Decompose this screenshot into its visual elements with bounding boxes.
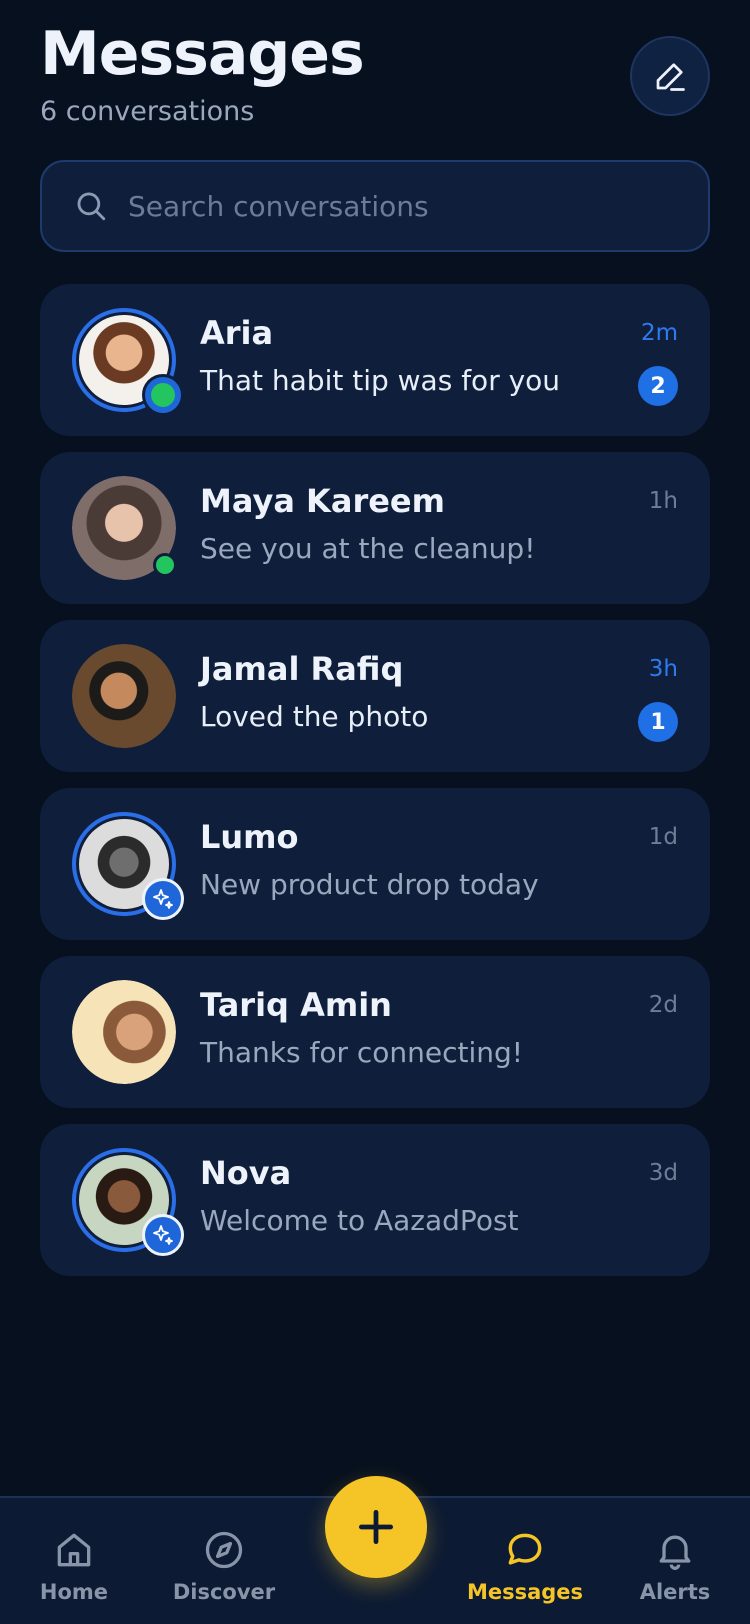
nav-messages[interactable]: Messages — [465, 1528, 585, 1604]
online-status-indicator — [153, 553, 177, 577]
avatar — [72, 644, 176, 748]
unread-badge: 1 — [638, 702, 678, 742]
contact-name: Aria — [200, 314, 274, 352]
unread-badge: 2 — [638, 366, 678, 406]
avatar — [72, 980, 176, 1084]
timestamp: 2m — [640, 320, 678, 346]
timestamp: 1d — [648, 824, 678, 850]
contact-name: Tariq Amin — [200, 986, 392, 1024]
nav-home-label: Home — [39, 1580, 109, 1604]
conversation-item-aria[interactable]: Aria That habit tip was for you 2m 2 — [40, 284, 710, 436]
contact-name: Lumo — [200, 818, 299, 856]
message-preview: See you at the cleanup! — [200, 532, 536, 565]
plus-icon — [358, 1509, 394, 1545]
conversation-item-tariq-amin[interactable]: Tariq Amin Thanks for connecting! 2d — [40, 956, 710, 1108]
conversation-item-lumo[interactable]: Lumo New product drop today 1d — [40, 788, 710, 940]
compass-icon — [205, 1531, 243, 1569]
message-preview: That habit tip was for you — [200, 364, 561, 397]
nav-discover[interactable]: Discover — [164, 1528, 284, 1604]
contact-name: Nova — [200, 1154, 292, 1192]
search-icon — [77, 192, 106, 221]
search-input[interactable] — [128, 189, 688, 223]
nav-alerts-label: Alerts — [639, 1580, 711, 1604]
conversation-item-nova[interactable]: Nova Welcome to AazadPost 3d — [40, 1124, 710, 1276]
contact-name: Jamal Rafiq — [200, 650, 404, 688]
sparkle-icon — [153, 889, 173, 909]
page-title: Messages — [40, 19, 365, 89]
conversation-count: 6 conversations — [40, 96, 255, 127]
timestamp: 3h — [648, 656, 678, 682]
message-preview: Loved the photo — [200, 700, 429, 733]
nav-messages-label: Messages — [466, 1580, 584, 1604]
nav-discover-label: Discover — [172, 1580, 276, 1604]
online-status-indicator — [142, 374, 184, 416]
nav-alerts[interactable]: Alerts — [615, 1528, 735, 1604]
message-preview: Thanks for connecting! — [200, 1036, 523, 1069]
home-icon — [57, 1533, 91, 1567]
conversation-list: Aria That habit tip was for you 2m 2 May… — [40, 284, 710, 1292]
message-preview: Welcome to AazadPost — [200, 1204, 519, 1237]
timestamp: 2d — [648, 992, 678, 1018]
header: Messages 6 conversations — [40, 18, 710, 138]
nav-home[interactable]: Home — [14, 1528, 134, 1604]
message-preview: New product drop today — [200, 868, 539, 901]
create-post-button[interactable] — [325, 1476, 427, 1578]
ai-sparkle-badge — [142, 878, 184, 920]
ai-sparkle-badge — [142, 1214, 184, 1256]
compose-button[interactable] — [630, 36, 710, 116]
pencil-icon — [656, 63, 685, 91]
bell-icon — [659, 1535, 691, 1570]
search-bar[interactable] — [40, 160, 710, 252]
conversation-item-jamal-rafiq[interactable]: Jamal Rafiq Loved the photo 3h 1 — [40, 620, 710, 772]
timestamp: 1h — [648, 488, 678, 514]
conversation-item-maya-kareem[interactable]: Maya Kareem See you at the cleanup! 1h — [40, 452, 710, 604]
chat-bubble-icon — [508, 1533, 542, 1565]
timestamp: 3d — [648, 1160, 678, 1186]
contact-name: Maya Kareem — [200, 482, 445, 520]
sparkle-icon — [153, 1225, 173, 1245]
